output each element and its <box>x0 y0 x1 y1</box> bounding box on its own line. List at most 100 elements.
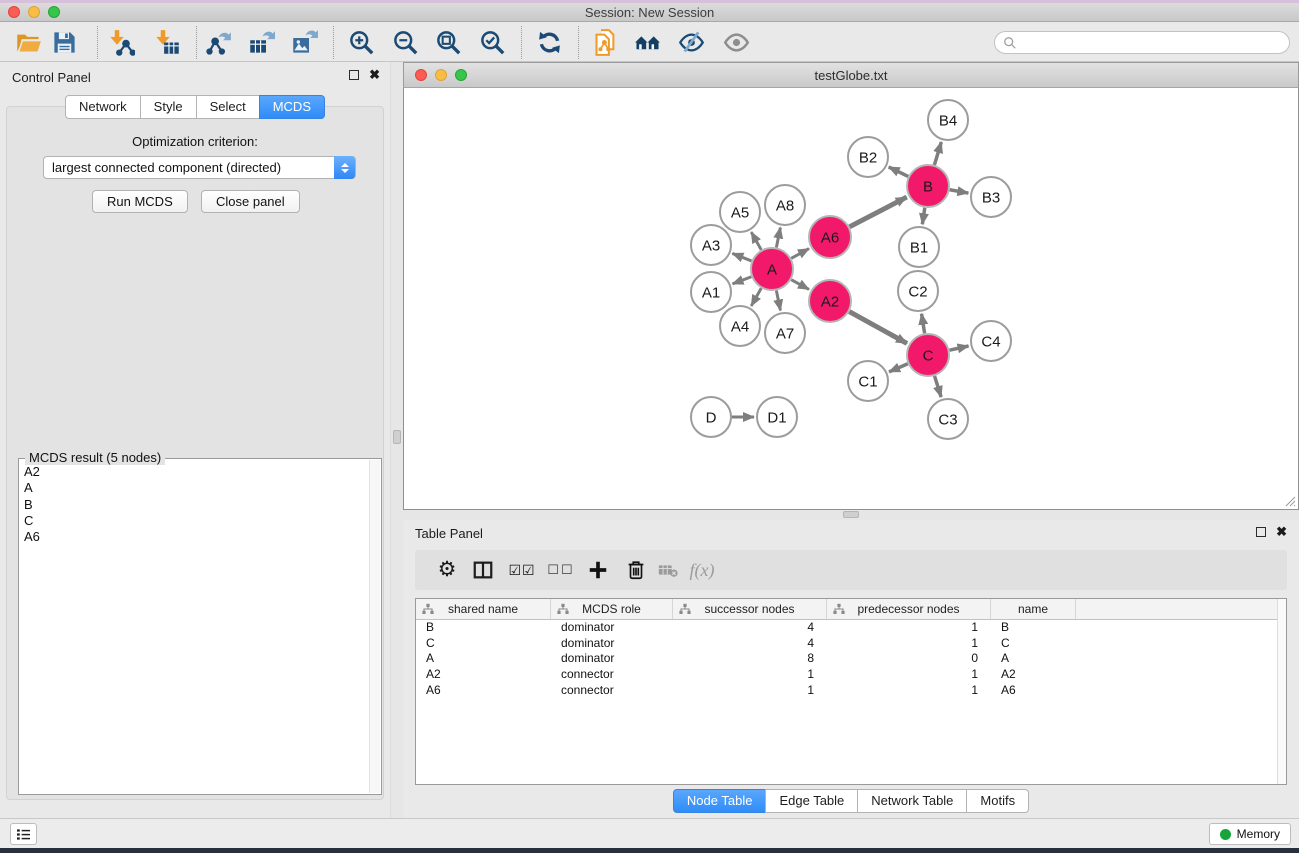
column-header-successor-nodes[interactable]: successor nodes <box>673 599 827 619</box>
column-visibility-icon[interactable] <box>468 556 498 584</box>
tab-motifs[interactable]: Motifs <box>966 789 1029 813</box>
graph-edge-A-A4[interactable] <box>751 288 761 306</box>
graph-edge-B-B3[interactable] <box>950 190 969 193</box>
delete-column-icon[interactable] <box>621 556 651 584</box>
graph-node-A1[interactable]: A1 <box>691 272 731 312</box>
open-session-icon[interactable] <box>13 27 43 57</box>
graph-edge-A-A6[interactable] <box>791 249 809 259</box>
network-graph[interactable]: B4B2BB3A5A8A6B1A3AC2A1A2A4A7C4CC1DD1C3 <box>404 88 1298 508</box>
table-row[interactable]: A6connector11A6 <box>416 683 1286 699</box>
mcds-result-item[interactable]: A6 <box>22 529 367 545</box>
select-stepper-icon[interactable] <box>334 156 355 179</box>
table-settings-icon[interactable]: ⚙ <box>432 556 462 584</box>
column-header-name[interactable]: name <box>991 599 1076 619</box>
graph-node-C2[interactable]: C2 <box>898 271 938 311</box>
graph-node-C4[interactable]: C4 <box>971 321 1011 361</box>
graph-node-B[interactable]: B <box>907 165 949 207</box>
graph-node-B1[interactable]: B1 <box>899 227 939 267</box>
tab-node-table[interactable]: Node Table <box>673 789 767 813</box>
mcds-result-item[interactable]: B <box>22 497 367 513</box>
select-all-icon[interactable]: ☑☑ <box>507 556 537 584</box>
hide-selected-icon[interactable] <box>676 27 706 57</box>
graph-node-A[interactable]: A <box>751 248 793 290</box>
table-scrollbar[interactable] <box>1277 599 1286 784</box>
graph-edge-A-A1[interactable] <box>733 277 752 284</box>
splitter-handle[interactable] <box>393 430 401 444</box>
column-header-predecessor-nodes[interactable]: predecessor nodes <box>827 599 991 619</box>
graph-node-C3[interactable]: C3 <box>928 399 968 439</box>
table-row[interactable]: Adominator80A <box>416 651 1286 667</box>
tab-network-table[interactable]: Network Table <box>857 789 967 813</box>
graph-node-B4[interactable]: B4 <box>928 100 968 140</box>
graph-node-C[interactable]: C <box>907 334 949 376</box>
graph-node-D[interactable]: D <box>691 397 731 437</box>
graph-node-B2[interactable]: B2 <box>848 137 888 177</box>
graph-edge-B-B2[interactable] <box>889 167 908 176</box>
horizontal-splitter[interactable] <box>403 510 1299 520</box>
graph-edge-A2-C[interactable] <box>849 312 907 344</box>
graph-edge-A6-B[interactable] <box>850 197 907 227</box>
graph-edge-B-B4[interactable] <box>934 142 941 165</box>
search-field[interactable] <box>994 31 1290 54</box>
import-table-icon[interactable] <box>152 27 182 57</box>
deselect-all-icon[interactable]: ☐☐ <box>546 556 576 584</box>
graph-node-A7[interactable]: A7 <box>765 313 805 353</box>
zoom-in-icon[interactable] <box>346 27 376 57</box>
graph-edge-A-A3[interactable] <box>732 253 751 261</box>
graph-node-A4[interactable]: A4 <box>720 306 760 346</box>
zoom-fit-icon[interactable] <box>433 27 463 57</box>
table-row[interactable]: Bdominator41B <box>416 620 1286 636</box>
import-network-icon[interactable] <box>106 27 136 57</box>
apply-layout-icon[interactable] <box>534 27 564 57</box>
resize-grip-icon[interactable] <box>1283 494 1296 507</box>
network-canvas[interactable]: B4B2BB3A5A8A6B1A3AC2A1A2A4A7C4CC1DD1C3 <box>403 88 1299 510</box>
memory-button[interactable]: Memory <box>1209 823 1291 845</box>
splitter-handle[interactable] <box>843 511 859 518</box>
close-panel-icon[interactable]: ✖ <box>1276 527 1287 537</box>
mcds-result-item[interactable]: C <box>22 513 367 529</box>
mcds-list-scrollbar[interactable] <box>369 460 380 793</box>
mcds-result-item[interactable]: A <box>22 480 367 496</box>
graph-edge-A-A5[interactable] <box>751 232 761 250</box>
graph-node-A2[interactable]: A2 <box>809 280 851 322</box>
table-row[interactable]: Cdominator41C <box>416 636 1286 652</box>
close-panel-icon[interactable]: ✖ <box>369 70 380 80</box>
tab-select[interactable]: Select <box>196 95 260 119</box>
vertical-splitter[interactable] <box>390 62 403 818</box>
export-image-icon[interactable] <box>289 27 319 57</box>
close-panel-button[interactable]: Close panel <box>201 190 300 213</box>
graph-edge-A-A8[interactable] <box>776 228 780 248</box>
graph-edge-B-B1[interactable] <box>922 208 924 224</box>
graph-edge-C-C2[interactable] <box>922 314 925 334</box>
mcds-result-item[interactable]: A2 <box>22 464 367 480</box>
app-titlebar[interactable]: Session: New Session <box>0 3 1299 22</box>
graph-edge-A-A2[interactable] <box>791 280 809 290</box>
tab-mcds[interactable]: MCDS <box>259 95 325 119</box>
task-history-button[interactable] <box>10 823 37 845</box>
graph-node-A3[interactable]: A3 <box>691 225 731 265</box>
graph-edge-C-C4[interactable] <box>949 346 968 350</box>
float-panel-icon[interactable] <box>1256 527 1266 537</box>
graph-edge-A-A7[interactable] <box>776 291 780 311</box>
tab-edge-table[interactable]: Edge Table <box>765 789 858 813</box>
network-window-titlebar[interactable]: testGlobe.txt <box>403 62 1299 88</box>
graph-node-D1[interactable]: D1 <box>757 397 797 437</box>
graph-edge-C-C3[interactable] <box>935 376 942 397</box>
show-eye-icon[interactable] <box>721 27 751 57</box>
graph-edge-C-C1[interactable] <box>889 364 908 372</box>
network-from-file-icon[interactable] <box>590 27 620 57</box>
column-header-shared-name[interactable]: shared name <box>416 599 551 619</box>
export-table-icon[interactable] <box>246 27 276 57</box>
column-header-mcds-role[interactable]: MCDS role <box>551 599 673 619</box>
criterion-select[interactable]: largest connected component (directed) <box>43 156 356 179</box>
zoom-selected-icon[interactable] <box>477 27 507 57</box>
save-session-icon[interactable] <box>49 27 79 57</box>
table-row[interactable]: A2connector11A2 <box>416 667 1286 683</box>
search-input[interactable] <box>1021 36 1289 50</box>
run-mcds-button[interactable]: Run MCDS <box>92 190 188 213</box>
home-view-icon[interactable] <box>632 27 662 57</box>
float-panel-icon[interactable] <box>349 70 359 80</box>
zoom-out-icon[interactable] <box>390 27 420 57</box>
add-column-icon[interactable] <box>583 556 613 584</box>
graph-node-A6[interactable]: A6 <box>809 216 851 258</box>
